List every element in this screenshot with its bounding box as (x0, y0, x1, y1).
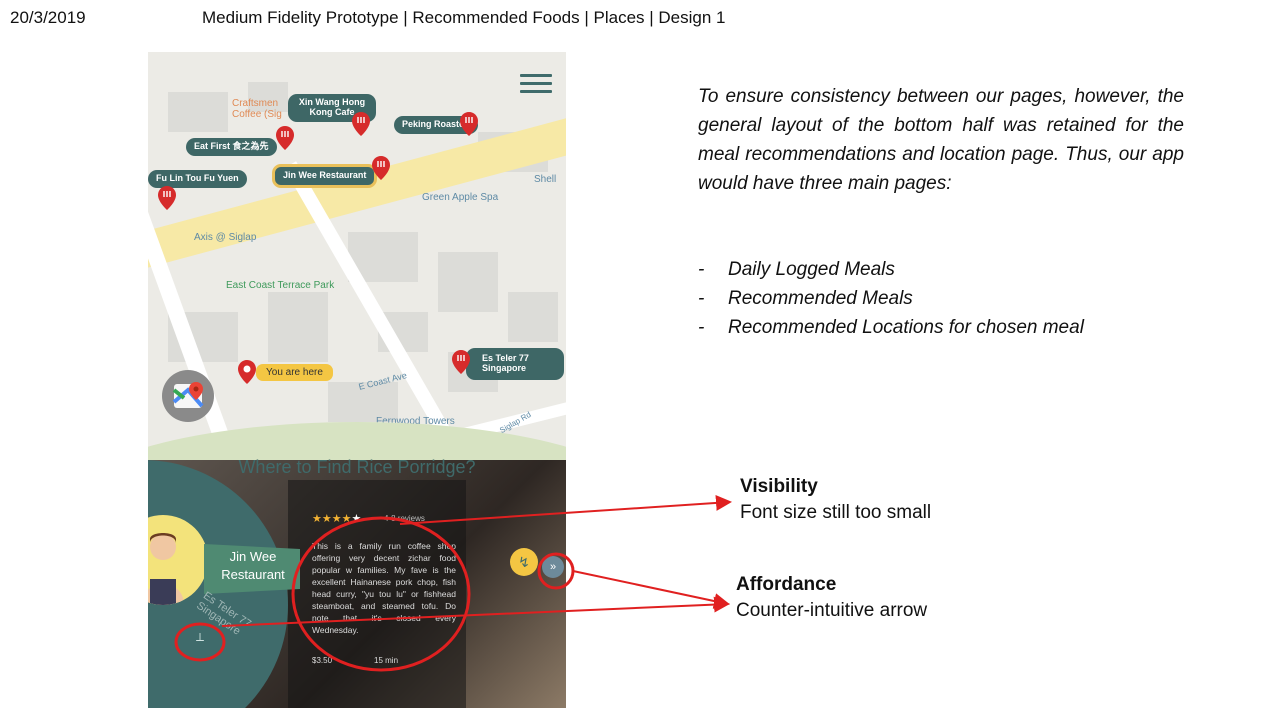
map-label-craftsmen: Craftsmen Coffee (Sig (232, 98, 282, 120)
restaurant-description: This is a family run coffee shop offerin… (312, 541, 456, 636)
hamburger-menu-icon[interactable] (520, 74, 552, 94)
map-label-axis: Axis @ Siglap (194, 232, 257, 243)
map-label-green-apple-spa: Green Apple Spa (422, 192, 499, 203)
restaurant-pin-icon[interactable] (352, 112, 370, 136)
restaurant-pin-icon[interactable] (460, 112, 478, 136)
next-arrow-button[interactable]: » (542, 556, 564, 578)
restaurant-pin-icon[interactable] (452, 350, 470, 374)
explanation-paragraph: To ensure consistency between our pages,… (698, 86, 1184, 194)
slide-title: Medium Fidelity Prototype | Recommended … (202, 8, 726, 27)
review-count: 4-8 reviews (384, 514, 425, 523)
travel-time: 15 min (374, 656, 399, 665)
map-label-park: East Coast Terrace Park (226, 280, 335, 291)
directions-button[interactable]: ↯ (510, 548, 538, 576)
annotation-body: Counter-intuitive arrow (736, 600, 928, 621)
list-item: - Recommended Meals (698, 288, 913, 309)
restaurant-pin-icon[interactable] (372, 156, 390, 180)
annotation-title: Affordance (736, 574, 837, 595)
meal-price: $3.50 (312, 656, 333, 665)
page-list: - Daily Logged Meals - Recommended Meals -… (698, 255, 1084, 342)
section-heading: Where to Find Rice Porridge? (238, 457, 476, 477)
list-item: - Recommended Locations for chosen meal (698, 317, 1084, 338)
google-maps-icon[interactable] (162, 370, 214, 422)
restaurant-name: Jin Wee Restaurant (221, 549, 285, 582)
you-are-here-label: You are here (256, 364, 333, 381)
pin-label-es-teler[interactable]: Es Teler 77 Singapore (466, 348, 564, 380)
affordance-connector-1 (572, 570, 730, 609)
list-item: - Daily Logged Meals (698, 259, 895, 280)
restaurant-detail-panel: Jin Wee Restaurant Es Teler 77 Singapore… (148, 460, 566, 708)
pin-label-jin-wee-selected[interactable]: Jin Wee Restaurant (272, 164, 378, 188)
annotation-title: Visibility (740, 476, 818, 497)
restaurant-pin-icon[interactable] (276, 126, 294, 150)
slide-date: 20/3/2019 (10, 8, 86, 27)
restaurant-pin-icon[interactable] (158, 186, 176, 210)
location-pin-icon (238, 360, 256, 384)
affordance-annotation: Affordance Counter-intuitive arrow (736, 574, 927, 622)
rating-stars: ★★★★★ (312, 513, 362, 525)
annotation-body: Font size still too small (740, 502, 932, 523)
walk-icon[interactable]: ⟂ (196, 630, 218, 650)
phone-mockup: Craftsmen Coffee (Sig Shell Green Apple … (148, 52, 566, 708)
pin-label-eat-first[interactable]: Eat First 食之為先 (186, 138, 277, 156)
visibility-annotation: Visibility Font size still too small (740, 476, 931, 524)
map-label-shell: Shell (534, 174, 557, 185)
